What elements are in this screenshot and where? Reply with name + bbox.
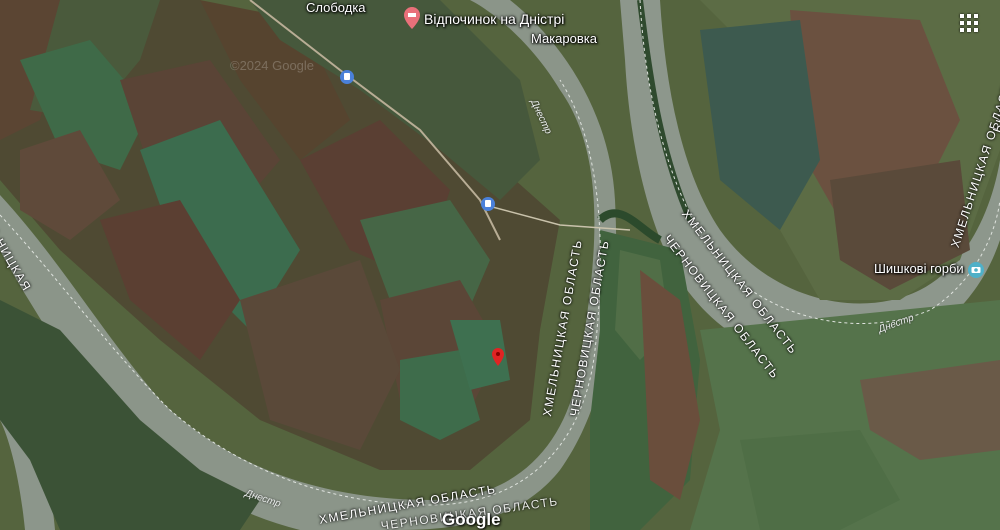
google-logo: Google xyxy=(442,510,501,529)
red-location-pin-icon[interactable] xyxy=(492,348,504,371)
grid-apps-icon[interactable] xyxy=(958,12,980,34)
bus-stop-icon[interactable] xyxy=(340,70,354,89)
place-label-makarovka[interactable]: Макаровка xyxy=(531,31,597,46)
place-label-resort[interactable]: Відпочинок на Дністрі xyxy=(424,11,564,27)
hotel-pin-icon[interactable] xyxy=(404,7,420,34)
map-watermark: ©2024 Google xyxy=(230,58,315,73)
place-label-shishkovi[interactable]: Шишкові горби xyxy=(874,261,964,276)
satellite-map[interactable]: ©2024 Google Слободка Відпочинок на Дніс… xyxy=(0,0,1000,530)
place-label-slobodka[interactable]: Слободка xyxy=(306,0,366,15)
photo-camera-icon[interactable] xyxy=(968,262,984,283)
bus-stop-icon[interactable] xyxy=(481,197,495,216)
satellite-imagery xyxy=(0,0,1000,530)
